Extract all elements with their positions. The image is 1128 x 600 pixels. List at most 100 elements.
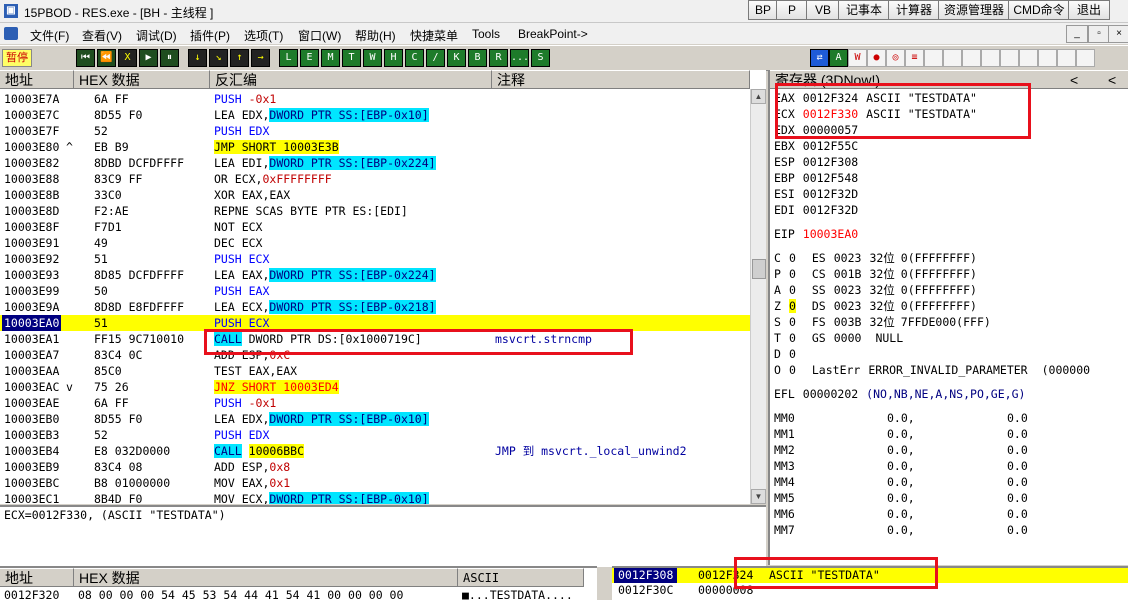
toolbar-tool-17[interactable]: / bbox=[426, 49, 445, 67]
stack-row[interactable]: 0012F30C 00000008 bbox=[612, 583, 1128, 598]
close-icon[interactable]: × bbox=[1108, 25, 1128, 43]
toolbar-right-tool-2[interactable]: A bbox=[829, 49, 848, 67]
toolbar-tool-21[interactable]: ... bbox=[510, 49, 529, 67]
mmx-value-a[interactable]: 0.0, bbox=[887, 426, 915, 442]
disasm-row[interactable]: 10003E7C 8D55 F0 LEA EDX,DWORD PTR SS:[EBP… bbox=[0, 107, 750, 123]
toolbar-empty-slot[interactable] bbox=[981, 49, 1000, 67]
toolbar-empty-slot[interactable] bbox=[962, 49, 981, 67]
disasm-row[interactable]: 10003EA7 83C4 0C ADD ESP,0xC bbox=[0, 347, 750, 363]
quick-button-5[interactable]: 计算器 bbox=[888, 0, 940, 20]
toolbar-tool-16[interactable]: C bbox=[405, 49, 424, 67]
register-value[interactable]: 0012F330 bbox=[803, 107, 858, 121]
disasm-row[interactable]: 10003E8B 33C0 XOR EAX,EAX bbox=[0, 187, 750, 203]
quick-button-1[interactable]: BP bbox=[748, 0, 778, 20]
mmx-value-b[interactable]: 0.0 bbox=[1007, 442, 1028, 458]
disasm-row[interactable]: 10003EA0 51 PUSH ECX bbox=[0, 315, 750, 331]
toolbar-empty-slot[interactable] bbox=[943, 49, 962, 67]
disasm-header-2[interactable]: HEX 数据 bbox=[74, 70, 210, 89]
flag-value[interactable]: 0 bbox=[789, 283, 796, 297]
register-value[interactable]: 0012F32D bbox=[803, 187, 858, 201]
mmx-value-a[interactable]: 0.0, bbox=[887, 410, 915, 426]
mmx-value-b[interactable]: 0.0 bbox=[1007, 506, 1028, 522]
disasm-row[interactable]: 10003E80 ^ EB B9 JMP SHORT 10003E3B bbox=[0, 139, 750, 155]
disasm-row[interactable]: 10003EB0 8D55 F0 LEA EDX,DWORD PTR SS:[EBP… bbox=[0, 411, 750, 427]
toolbar-tool-19[interactable]: B bbox=[468, 49, 487, 67]
toolbar-empty-slot[interactable] bbox=[1019, 49, 1038, 67]
toolbar-right-tool-5[interactable]: ◎ bbox=[886, 49, 905, 67]
menu-item-8[interactable]: 快捷菜单 bbox=[410, 27, 458, 44]
disasm-row[interactable]: 10003E91 49 DEC ECX bbox=[0, 235, 750, 251]
disasm-row[interactable]: 10003EA1 FF15 9C710010 CALL DWORD PTR DS:[… bbox=[0, 331, 750, 347]
dump-header-ascii[interactable]: ASCII bbox=[458, 568, 584, 587]
register-value[interactable]: 0012F324 bbox=[803, 91, 858, 105]
disasm-row[interactable]: 10003E8D F2:AE REPNE SCAS BYTE PTR ES:[EDI… bbox=[0, 203, 750, 219]
disasm-row[interactable]: 10003E9A 8D8D E8FDFFFF LEA ECX,DWORD PTR S… bbox=[0, 299, 750, 315]
disasm-row[interactable]: 10003EB3 52 PUSH EDX bbox=[0, 427, 750, 443]
quick-button-4[interactable]: 记事本 bbox=[838, 0, 890, 20]
toolbar-tool-12[interactable]: M bbox=[321, 49, 340, 67]
disasm-row[interactable]: 10003EAA 85C0 TEST EAX,EAX bbox=[0, 363, 750, 379]
disasm-row[interactable]: 10003EBC B8 01000000 MOV EAX,0x1 bbox=[0, 475, 750, 491]
register-value[interactable]: 0012F548 bbox=[803, 171, 858, 185]
toolbar-tool-15[interactable]: H bbox=[384, 49, 403, 67]
nav-left-icon-2[interactable]: < bbox=[1108, 71, 1116, 90]
stack-pane[interactable]: 0012F308 0012F324 ASCII "TESTDATA" 0012F30C… bbox=[612, 566, 1128, 600]
disasm-row[interactable]: 10003E7F 52 PUSH EDX bbox=[0, 123, 750, 139]
nav-left-icon[interactable]: < bbox=[1070, 71, 1078, 90]
toolbar-empty-slot[interactable] bbox=[924, 49, 943, 67]
toolbar-tool-18[interactable]: K bbox=[447, 49, 466, 67]
register-value[interactable]: 0012F32D bbox=[803, 203, 858, 217]
mmx-value-a[interactable]: 0.0, bbox=[887, 490, 915, 506]
disasm-row[interactable]: 10003EAC v 75 26 JNZ SHORT 10003ED4 bbox=[0, 379, 750, 395]
disasm-row[interactable]: 10003E88 83C9 FF OR ECX,0xFFFFFFFF bbox=[0, 171, 750, 187]
menu-item-5[interactable]: 选项(T) bbox=[244, 27, 283, 44]
register-value[interactable]: 10003EA0 bbox=[803, 227, 858, 241]
menu-item-10[interactable]: BreakPoint-> bbox=[518, 27, 588, 41]
toolbar-tool-13[interactable]: T bbox=[342, 49, 361, 67]
mmx-value-a[interactable]: 0.0, bbox=[887, 458, 915, 474]
toolbar-right-tool-6[interactable]: ≡ bbox=[905, 49, 924, 67]
mmx-value-b[interactable]: 0.0 bbox=[1007, 426, 1028, 442]
mmx-value-b[interactable]: 0.0 bbox=[1007, 490, 1028, 506]
mmx-value-b[interactable]: 0.0 bbox=[1007, 522, 1028, 538]
mmx-value-a[interactable]: 0.0, bbox=[887, 506, 915, 522]
disasm-row[interactable]: 10003EAE 6A FF PUSH -0x1 bbox=[0, 395, 750, 411]
dump-header-address[interactable]: 地址 bbox=[0, 568, 74, 587]
dump-pane[interactable]: 地址 HEX 数据 ASCII 0012F320 08 00 00 00 54 … bbox=[0, 566, 597, 600]
register-value[interactable]: 0012F55C bbox=[803, 139, 858, 153]
flag-value[interactable]: 0 bbox=[789, 331, 796, 345]
quick-button-2[interactable]: P bbox=[776, 0, 808, 20]
toolbar-empty-slot[interactable] bbox=[1038, 49, 1057, 67]
disasm-row[interactable]: 10003EB9 83C4 08 ADD ESP,0x8 bbox=[0, 459, 750, 475]
menu-item-7[interactable]: 帮助(H) bbox=[355, 27, 396, 44]
disasm-row[interactable]: 10003E99 50 PUSH EAX bbox=[0, 283, 750, 299]
disasm-row[interactable]: 10003E8F F7D1 NOT ECX bbox=[0, 219, 750, 235]
quick-button-8[interactable]: 退出 bbox=[1068, 0, 1110, 20]
disasm-row[interactable]: 10003E82 8DBD DCFDFFFF LEA EDI,DWORD PTR S… bbox=[0, 155, 750, 171]
disasm-header-4[interactable]: 注释 bbox=[492, 70, 750, 89]
menu-item-4[interactable]: 插件(P) bbox=[190, 27, 230, 44]
toolbar-right-tool-4[interactable]: ● bbox=[867, 49, 886, 67]
menu-item-2[interactable]: 查看(V) bbox=[82, 27, 122, 44]
flag-value[interactable]: 0 bbox=[789, 267, 796, 281]
toolbar-tool-22[interactable]: S bbox=[531, 49, 550, 67]
mmx-value-a[interactable]: 0.0, bbox=[887, 522, 915, 538]
minimize-icon[interactable]: _ bbox=[1066, 25, 1088, 43]
disassembly-scrollbar[interactable]: ▲ ▼ bbox=[750, 89, 766, 504]
restore-icon[interactable]: ▫ bbox=[1088, 25, 1110, 43]
quick-button-3[interactable]: VB bbox=[806, 0, 840, 20]
quick-button-6[interactable]: 资源管理器 bbox=[938, 0, 1010, 20]
scroll-up-arrow-icon[interactable]: ▲ bbox=[751, 89, 766, 104]
flag-value[interactable]: 0 bbox=[789, 315, 796, 329]
toolbar-tool-11[interactable]: E bbox=[300, 49, 319, 67]
toolbar-tool-10[interactable]: L bbox=[279, 49, 298, 67]
mmx-value-a[interactable]: 0.0, bbox=[887, 442, 915, 458]
flag-value[interactable]: 0 bbox=[789, 347, 796, 361]
toolbar-tool-9[interactable]: → bbox=[251, 49, 270, 67]
toolbar-tool-8[interactable]: ↑ bbox=[230, 49, 249, 67]
toolbar-tool-20[interactable]: R bbox=[489, 49, 508, 67]
toolbar-right-tool-1[interactable]: ⇄ bbox=[810, 49, 829, 67]
quick-button-7[interactable]: CMD命令 bbox=[1008, 0, 1070, 20]
toolbar-empty-slot[interactable] bbox=[1057, 49, 1076, 67]
menu-item-1[interactable]: 文件(F) bbox=[30, 27, 69, 44]
